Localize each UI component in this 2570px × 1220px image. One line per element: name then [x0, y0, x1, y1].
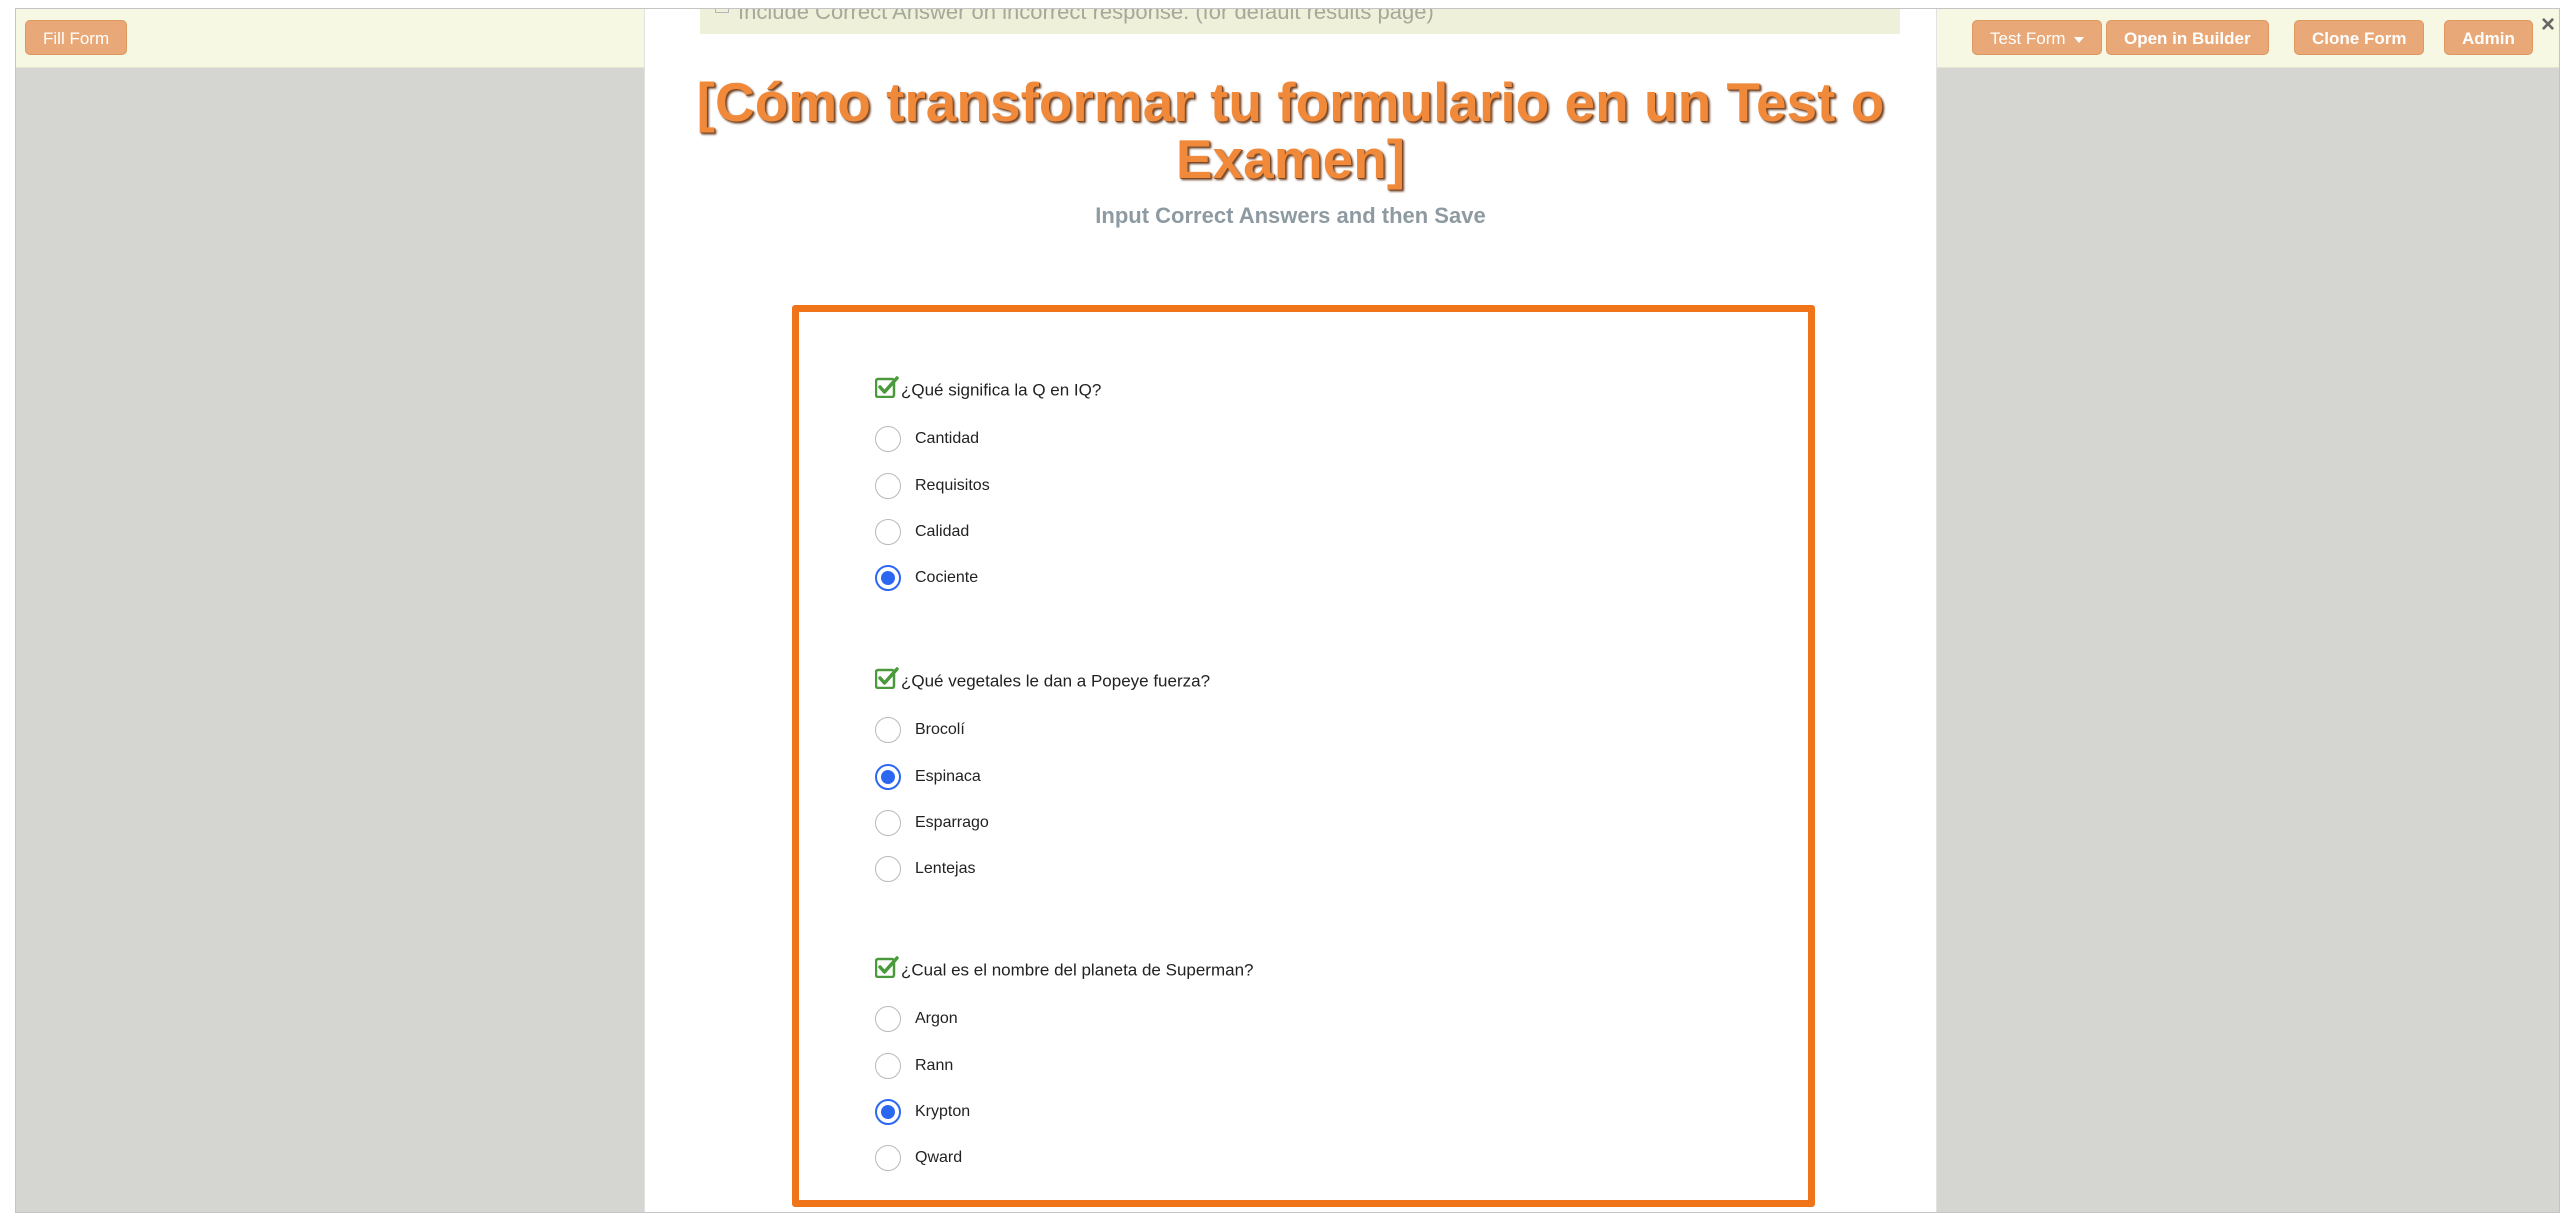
- answer-label: Argon: [915, 1010, 958, 1027]
- form-card: Include Correct Answer on incorrect resp…: [644, 8, 1937, 1212]
- admin-button[interactable]: Admin: [2444, 20, 2533, 55]
- form-subtitle: Input Correct Answers and then Save: [1095, 203, 1486, 228]
- test-form-dropdown[interactable]: Test Form: [1972, 20, 2102, 55]
- radio-button[interactable]: [875, 426, 901, 452]
- radio-button[interactable]: [875, 519, 901, 545]
- include-correct-answer-label: Include Correct Answer on incorrect resp…: [738, 8, 1434, 24]
- checkmark-icon: [874, 667, 899, 697]
- clone-form-button[interactable]: Clone Form: [2294, 20, 2425, 55]
- checkmark-icon: [874, 376, 899, 406]
- radio-button[interactable]: [875, 856, 901, 882]
- form-title: [Cómo transformar tu formulario en un Te…: [696, 71, 1885, 190]
- radio-button[interactable]: [875, 473, 901, 499]
- open-in-builder-button[interactable]: Open in Builder: [2106, 20, 2269, 55]
- answer-label: Qward: [915, 1149, 963, 1166]
- answer-label: Krypton: [915, 1103, 971, 1120]
- answer-label: Calidad: [915, 523, 970, 540]
- answer-label: Cociente: [915, 569, 979, 586]
- answer-label: Espinaca: [915, 768, 981, 785]
- radio-selected[interactable]: [875, 764, 901, 790]
- form-preview-window: Fill Form Test Form Open in Builder Clon…: [15, 8, 2560, 1213]
- answer-label: Rann: [915, 1057, 954, 1074]
- question-text: ¿Qué significa la Q en IQ?: [901, 380, 1102, 400]
- answer-label: Brocolí: [915, 721, 965, 738]
- question-title: ¿Cual es el nombre del planeta de Superm…: [874, 956, 1254, 982]
- answer-label: Requisitos: [915, 477, 990, 494]
- caret-down-icon: [2073, 36, 2084, 43]
- radio-selected[interactable]: [875, 565, 901, 591]
- radio-button[interactable]: [875, 717, 901, 743]
- fill-form-button[interactable]: Fill Form: [25, 20, 128, 55]
- question-title: ¿Qué significa la Q en IQ?: [874, 376, 1102, 402]
- quiz-questions-box: ¿Qué significa la Q en IQ? Cantidad Requis…: [792, 305, 1815, 1207]
- question-text: ¿Cual es el nombre del planeta de Superm…: [901, 960, 1254, 980]
- radio-selected[interactable]: [875, 1099, 901, 1125]
- answer-label: Lentejas: [915, 860, 976, 877]
- question-title: ¿Qué vegetales le dan a Popeye fuerza?: [874, 667, 1211, 693]
- checkmark-icon: [874, 956, 899, 986]
- answer-label: Cantidad: [915, 430, 980, 447]
- radio-button[interactable]: [875, 1145, 901, 1171]
- test-form-label: Test Form: [1990, 29, 2066, 48]
- include-correct-answer-option[interactable]: Include Correct Answer on incorrect resp…: [700, 8, 1900, 34]
- close-icon[interactable]: ×: [2541, 13, 2555, 37]
- answer-label: Esparrago: [915, 814, 989, 831]
- radio-button[interactable]: [875, 810, 901, 836]
- question-text: ¿Qué vegetales le dan a Popeye fuerza?: [901, 671, 1211, 691]
- radio-button[interactable]: [875, 1053, 901, 1079]
- include-correct-answer-checkbox[interactable]: [715, 9, 729, 13]
- radio-button[interactable]: [875, 1006, 901, 1032]
